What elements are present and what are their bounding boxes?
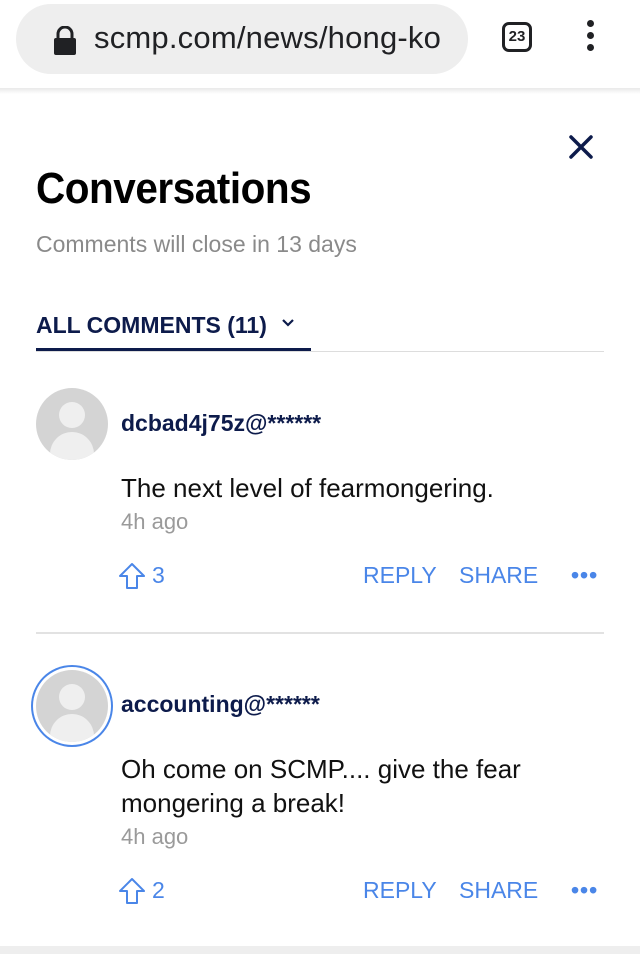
bottom-separator	[0, 946, 640, 954]
browser-toolbar: scmp.com/news/hong-ko 23	[0, 0, 640, 89]
upvote-count: 2	[152, 877, 165, 903]
page-title: Conversations	[36, 164, 312, 213]
more-options-button[interactable]: •••	[571, 562, 598, 589]
chevron-down-icon	[282, 319, 295, 327]
toolbar-shadow	[0, 88, 640, 94]
more-options-button[interactable]: •••	[571, 877, 598, 904]
avatar[interactable]	[36, 670, 108, 742]
tab-all-comments-label: ALL COMMENTS (11)	[36, 312, 267, 338]
tabs-button[interactable]: 23	[502, 22, 532, 52]
comments-close-notice: Comments will close in 13 days	[36, 231, 357, 257]
share-button[interactable]: SHARE	[459, 877, 538, 904]
comment-text: Oh come on SCMP.... give the fear monger…	[121, 754, 521, 818]
reply-button[interactable]: REPLY	[363, 877, 437, 904]
share-button[interactable]: SHARE	[459, 562, 538, 589]
comment-username[interactable]: dcbad4j75z@******	[121, 410, 321, 437]
comment-timestamp: 4h ago	[121, 824, 189, 849]
tab-all-comments[interactable]: ALL COMMENTS (11)	[36, 312, 295, 339]
comment-timestamp: 4h ago	[121, 509, 189, 534]
upvote-arrow-icon	[119, 878, 145, 904]
avatar[interactable]	[36, 388, 108, 460]
close-icon[interactable]	[566, 132, 596, 162]
lock-icon	[54, 26, 76, 55]
comment-username[interactable]: accounting@******	[121, 691, 320, 718]
more-vert-icon[interactable]	[584, 20, 596, 56]
upvote-arrow-icon	[119, 563, 145, 589]
address-bar[interactable]: scmp.com/news/hong-ko	[16, 4, 468, 74]
comment-divider	[36, 632, 604, 634]
reply-button[interactable]: REPLY	[363, 562, 437, 589]
url-text: scmp.com/news/hong-ko	[94, 20, 442, 55]
upvote-count: 3	[152, 562, 165, 588]
tab-divider	[36, 351, 604, 352]
comment-text: The next level of fearmongering.	[121, 473, 494, 503]
